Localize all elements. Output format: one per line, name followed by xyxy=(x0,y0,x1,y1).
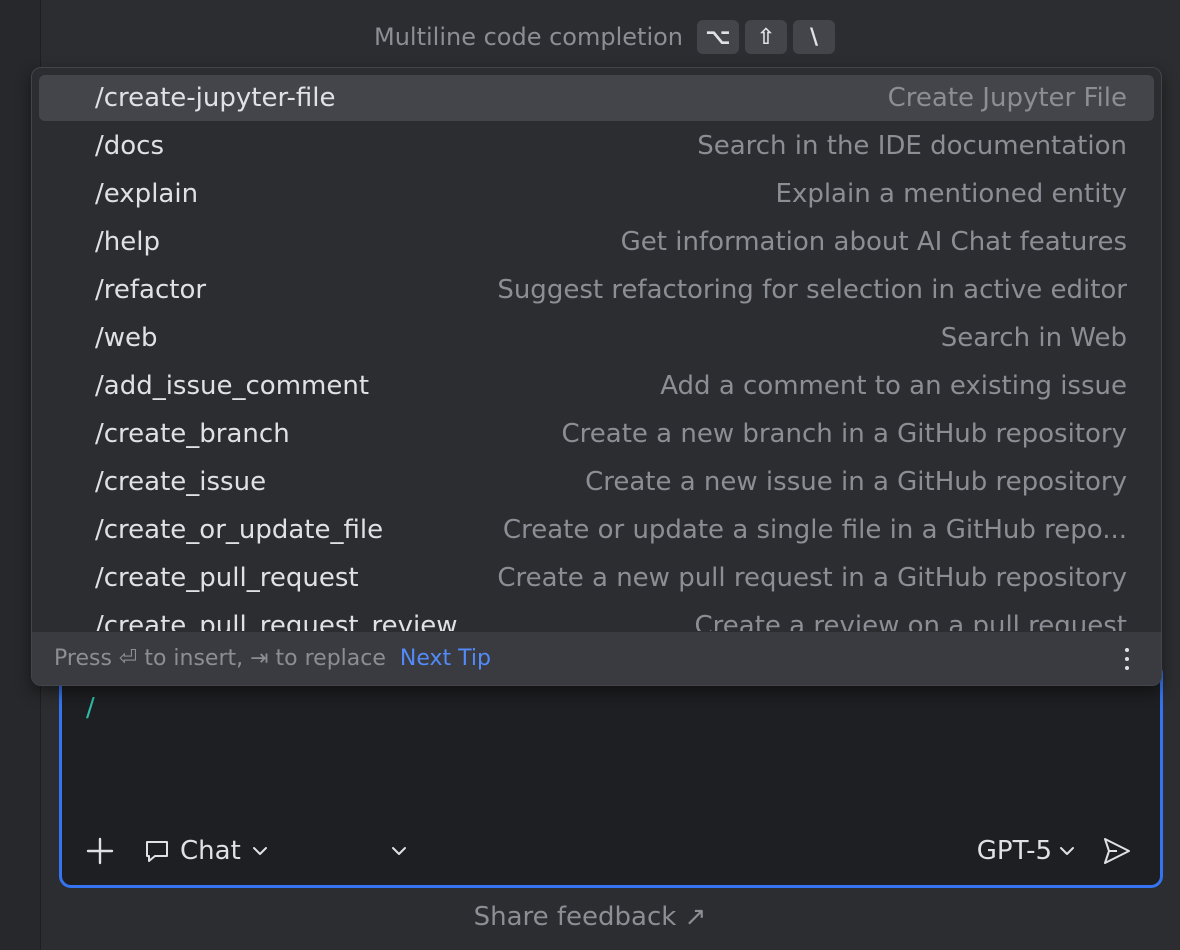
command-item[interactable]: /create_issue Create a new issue in a Git… xyxy=(39,459,1154,505)
command-completion-popup: /create-jupyter-file Create Jupyter File /… xyxy=(31,67,1162,686)
command-item[interactable]: /create_or_update_file Create or update a… xyxy=(39,507,1154,553)
command-item[interactable]: /docs Search in the IDE documentation xyxy=(39,123,1154,169)
command-name: /create_issue xyxy=(95,467,267,497)
command-item[interactable]: /create_branch Create a new branch in a G… xyxy=(39,411,1154,457)
command-item[interactable]: /create_pull_request Create a new pull re… xyxy=(39,555,1154,601)
insert-replace-hint: Press ⏎ to insert, ⇥ to replace xyxy=(54,646,386,671)
command-description: Create a new branch in a GitHub reposito… xyxy=(561,419,1128,449)
chevron-down-icon xyxy=(1060,847,1074,855)
command-name: /docs xyxy=(95,131,165,161)
command-item[interactable]: /add_issue_comment Add a comment to an ex… xyxy=(39,363,1154,409)
command-name: /help xyxy=(95,227,160,257)
chat-mode-dropdown[interactable]: Chat xyxy=(144,831,269,871)
option-key: ⌥ xyxy=(697,20,740,54)
command-description: Create a new pull request in a GitHub re… xyxy=(497,563,1127,593)
command-item[interactable]: /refactor Suggest refactoring for selecti… xyxy=(39,267,1154,313)
popup-footer: Press ⏎ to insert, ⇥ to replace Next Tip xyxy=(32,632,1161,685)
next-tip-link[interactable]: Next Tip xyxy=(400,646,491,671)
chat-mode-label: Chat xyxy=(180,836,241,866)
command-description: Get information about AI Chat features xyxy=(620,227,1127,257)
command-description: Suggest refactoring for selection in act… xyxy=(497,275,1127,305)
command-description: Create a review on a pull request xyxy=(694,611,1127,631)
command-description: Search in the IDE documentation xyxy=(697,131,1127,161)
command-item[interactable]: /help Get information about AI Chat featu… xyxy=(39,219,1154,265)
shift-key: ⇧ xyxy=(745,20,788,54)
command-name: /create_pull_request xyxy=(95,563,359,593)
command-description: Create Jupyter File xyxy=(887,83,1127,113)
command-item[interactable]: /create_pull_request_review Create a revi… xyxy=(39,603,1154,631)
backslash-key: \ xyxy=(793,20,836,54)
command-description: Create a new issue in a GitHub repositor… xyxy=(585,467,1127,497)
chat-input-text[interactable]: / xyxy=(86,693,95,723)
command-name: /create_branch xyxy=(95,419,290,449)
plus-icon xyxy=(86,837,114,865)
command-item[interactable]: /create-jupyter-file Create Jupyter File xyxy=(39,75,1154,121)
command-name: /create_pull_request_review xyxy=(95,611,458,631)
command-list: /create-jupyter-file Create Jupyter File /… xyxy=(32,68,1161,631)
send-icon xyxy=(1104,838,1130,864)
command-name: /web xyxy=(95,323,158,353)
model-label: GPT-5 xyxy=(976,836,1052,866)
send-button[interactable] xyxy=(1100,831,1134,871)
model-selector[interactable]: GPT-5 xyxy=(977,831,1076,871)
command-description: Explain a mentioned entity xyxy=(775,179,1127,209)
chevron-down-icon xyxy=(392,847,406,855)
input-toolbar: Chat GPT-5 xyxy=(62,825,1160,885)
command-description: Add a comment to an existing issue xyxy=(660,371,1127,401)
command-name: /create-jupyter-file xyxy=(95,83,336,113)
command-name: /add_issue_comment xyxy=(95,371,370,401)
command-name: /create_or_update_file xyxy=(95,515,384,545)
chat-input-box[interactable]: / Chat GPT-5 xyxy=(59,662,1163,888)
completion-hint: Multiline code completion ⌥ ⇧ \ xyxy=(374,18,836,56)
more-options-icon[interactable] xyxy=(1115,644,1139,674)
options-dropdown-button[interactable] xyxy=(384,831,414,871)
hint-text: Multiline code completion xyxy=(374,23,684,51)
command-item[interactable]: /web Search in Web xyxy=(39,315,1154,361)
command-item[interactable]: /explain Explain a mentioned entity xyxy=(39,171,1154,217)
add-context-button[interactable] xyxy=(84,831,116,871)
chat-bubble-icon xyxy=(146,841,168,862)
command-name: /explain xyxy=(95,179,199,209)
command-name: /refactor xyxy=(95,275,207,305)
share-feedback-link[interactable]: Share feedback ↗ xyxy=(0,902,1180,932)
command-description: Search in Web xyxy=(940,323,1127,353)
chevron-down-icon xyxy=(252,847,267,855)
command-description: Create or update a single file in a GitH… xyxy=(502,515,1127,545)
